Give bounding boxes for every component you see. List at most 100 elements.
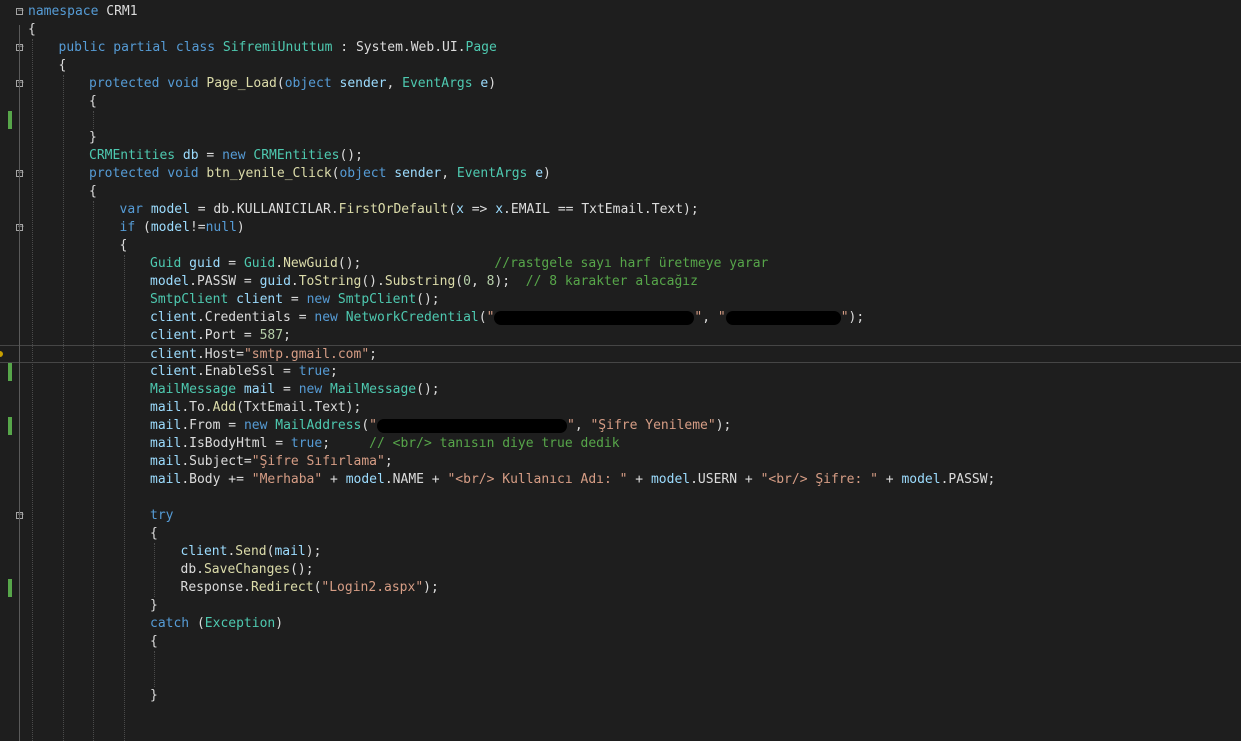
code-token: partial (113, 40, 169, 55)
code-line[interactable]: } (0, 597, 1241, 615)
code-line[interactable]: model.PASSW = guid.ToString().Substring(… (0, 273, 1241, 291)
code-text: { (150, 633, 158, 651)
code-token: " (567, 418, 575, 433)
code-line[interactable] (0, 651, 1241, 669)
code-line[interactable]: client.EnableSsl = true; (0, 363, 1241, 381)
code-text: namespace CRM1 (28, 3, 138, 21)
code-line[interactable] (0, 111, 1241, 129)
code-token: ( (276, 76, 285, 91)
code-token: mail (243, 382, 276, 397)
code-line[interactable]: − public partial class SifremiUnuttum : S… (0, 39, 1241, 57)
code-editor[interactable]: − namespace CRM1{− public partial class Si… (0, 0, 1241, 741)
code-text: mail.Body += "Merhaba" + model.NAME + "<… (150, 471, 995, 489)
code-token: (); (337, 256, 495, 271)
code-line[interactable] (0, 669, 1241, 687)
code-text: { (120, 237, 128, 255)
code-line[interactable]: mail.To.Add(TxtEmail.Text); (0, 399, 1241, 417)
code-token: " (486, 310, 495, 325)
code-token: ); (715, 418, 732, 433)
code-line[interactable]: MailMessage mail = new MailMessage(); (0, 381, 1241, 399)
code-line[interactable]: { (0, 57, 1241, 75)
code-token: { (150, 526, 158, 541)
code-line[interactable]: } (0, 129, 1241, 147)
code-line[interactable]: } (0, 687, 1241, 705)
code-token: } (150, 688, 158, 703)
code-line[interactable]: var model = db.KULLANICILAR.FirstOrDefau… (0, 201, 1241, 219)
code-line[interactable]: mail.Subject="Şifre Sıfırlama"; (0, 453, 1241, 471)
code-line[interactable]: CRMEntities db = new CRMEntities(); (0, 147, 1241, 165)
code-line[interactable]: mail.IsBodyHtml = true; // <br/> tanısın… (0, 435, 1241, 453)
code-line[interactable]: { (0, 237, 1241, 255)
code-line[interactable]: mail.Body += "Merhaba" + model.NAME + "<… (0, 471, 1241, 489)
code-line[interactable]: { (0, 633, 1241, 651)
code-token: mail (150, 472, 182, 487)
code-line[interactable]: client.Credentials = new NetworkCredenti… (0, 309, 1241, 327)
code-token: , (702, 310, 718, 325)
fold-collapse-icon[interactable]: − (16, 7, 25, 16)
code-line[interactable]: client.Host="smtp.gmail.com"; (0, 345, 1241, 363)
code-line[interactable]: − namespace CRM1 (0, 3, 1241, 21)
code-token: model (150, 274, 190, 289)
code-text: var model = db.KULLANICILAR.FirstOrDefau… (120, 201, 699, 219)
code-token: void (167, 166, 199, 181)
code-line[interactable] (0, 723, 1241, 741)
code-line[interactable]: − try (0, 507, 1241, 525)
code-token: "<br/> Şifre: " (760, 472, 878, 487)
code-line[interactable]: Response.Redirect("Login2.aspx"); (0, 579, 1241, 597)
code-token: .Subject= (181, 454, 252, 469)
code-token: MailMessage (330, 382, 417, 397)
code-token: "Şifre Yenileme" (590, 418, 716, 433)
code-token: object (284, 76, 332, 91)
code-line[interactable]: { (0, 21, 1241, 39)
code-line[interactable]: client.Port = 587; (0, 327, 1241, 345)
code-text: Response.Redirect("Login2.aspx"); (181, 579, 439, 597)
code-token: btn_yenile_Click (206, 166, 332, 181)
code-token: EventArgs (456, 166, 528, 181)
code-line[interactable] (0, 489, 1241, 507)
code-token: Redirect (250, 580, 314, 595)
code-text: if (model!=null) (120, 219, 245, 237)
code-line[interactable]: client.Send(mail); (0, 543, 1241, 561)
code-token: e (535, 166, 544, 181)
code-token: MailAddress (275, 418, 362, 433)
code-token: "smtp.gmail.com" (243, 347, 370, 362)
code-token: ) (488, 76, 497, 91)
code-token: db. (180, 562, 204, 577)
code-token: db (182, 148, 199, 163)
code-token: ( (448, 202, 457, 217)
indent-guide (123, 255, 125, 741)
code-token: .PASSW; (940, 472, 996, 487)
code-token: + (322, 472, 346, 487)
code-token: = db.KULLANICILAR. (189, 202, 339, 217)
code-token: null (205, 220, 237, 235)
code-token: " (369, 418, 377, 433)
code-line[interactable]: { (0, 183, 1241, 201)
code-line[interactable]: db.SaveChanges(); (0, 561, 1241, 579)
code-token: } (150, 598, 158, 613)
code-line[interactable]: { (0, 93, 1241, 111)
code-line[interactable] (0, 705, 1241, 723)
code-line[interactable]: SmtpClient client = new SmtpClient(); (0, 291, 1241, 309)
code-line[interactable]: − protected void btn_yenile_Click(object … (0, 165, 1241, 183)
code-line[interactable]: − if (model!=null) (0, 219, 1241, 237)
code-text: { (89, 93, 97, 111)
code-token: mail (150, 418, 182, 433)
code-token: .From = (181, 418, 244, 433)
code-line[interactable]: Guid guid = Guid.NewGuid(); //rastgele s… (0, 255, 1241, 273)
code-token: model (150, 202, 190, 217)
code-token: (). (361, 274, 385, 289)
code-token: model (150, 220, 190, 235)
code-token: CRMEntities (89, 148, 176, 163)
code-line[interactable]: − protected void Page_Load(object sender,… (0, 75, 1241, 93)
code-text: try (150, 507, 173, 525)
code-line[interactable]: mail.From = new MailAddress(" ", "Şifre Y… (0, 417, 1241, 435)
code-line[interactable]: catch (Exception) (0, 615, 1241, 633)
code-line[interactable]: { (0, 525, 1241, 543)
code-token: ) (275, 616, 284, 631)
code-token: Page (465, 40, 497, 55)
